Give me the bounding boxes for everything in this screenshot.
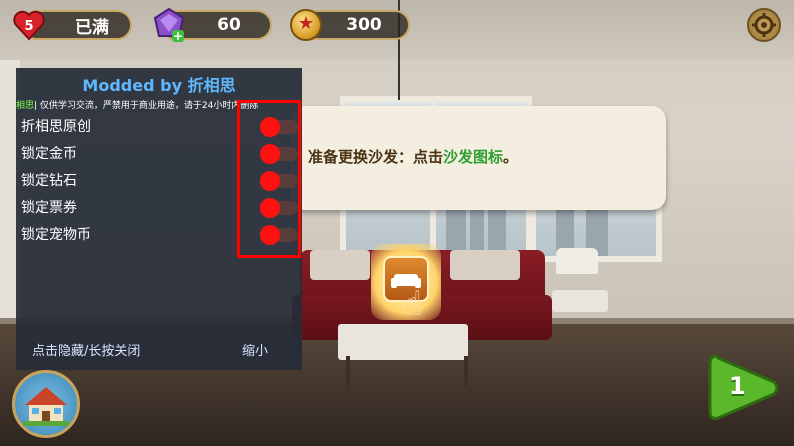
coffee-table	[338, 324, 468, 360]
mod-item-5: 锁定宠物币	[21, 227, 91, 243]
pointing-hand-icon: ☝	[402, 284, 423, 324]
lives-count: 5	[24, 19, 33, 34]
home-button[interactable]	[12, 370, 80, 438]
coins-count: 300	[346, 15, 382, 35]
highlight-box	[237, 100, 301, 258]
mod-item-2: 锁定金币	[21, 146, 77, 162]
gems-count: 60	[217, 15, 241, 35]
mod-item-3: 锁定钻石	[21, 173, 77, 189]
hide-menu-button[interactable]: 点击隐藏/长按关闭	[32, 340, 140, 359]
coffee-table-legs	[346, 356, 468, 386]
settings-button[interactable]	[747, 8, 781, 42]
lives-status: 已满	[75, 17, 109, 38]
mod-item-4: 锁定票券	[21, 200, 77, 216]
heart-icon: 5	[13, 10, 45, 41]
mod-menu-title: Modded by 折相思	[82, 76, 236, 95]
mod-item-1: 折相思原创	[21, 119, 91, 135]
side-table	[552, 290, 608, 312]
sofa-pillow	[450, 250, 520, 280]
minimize-button[interactable]: 缩小	[242, 340, 268, 359]
side-lamp	[556, 248, 598, 274]
tutorial-dialog: 准备更换沙发：点击沙发图标。	[290, 106, 666, 210]
sofa-pillow	[310, 250, 370, 280]
dialog-highlight: 沙发图标	[443, 148, 504, 166]
gem-icon: +	[153, 7, 185, 43]
svg-text:+: +	[173, 29, 183, 43]
dialog-text: 准备更换沙发：点击沙发图标。	[308, 148, 519, 166]
gear-icon	[752, 13, 776, 37]
level-number: 1	[729, 372, 746, 400]
house-icon	[23, 387, 69, 426]
coin-icon: ★	[290, 9, 322, 41]
